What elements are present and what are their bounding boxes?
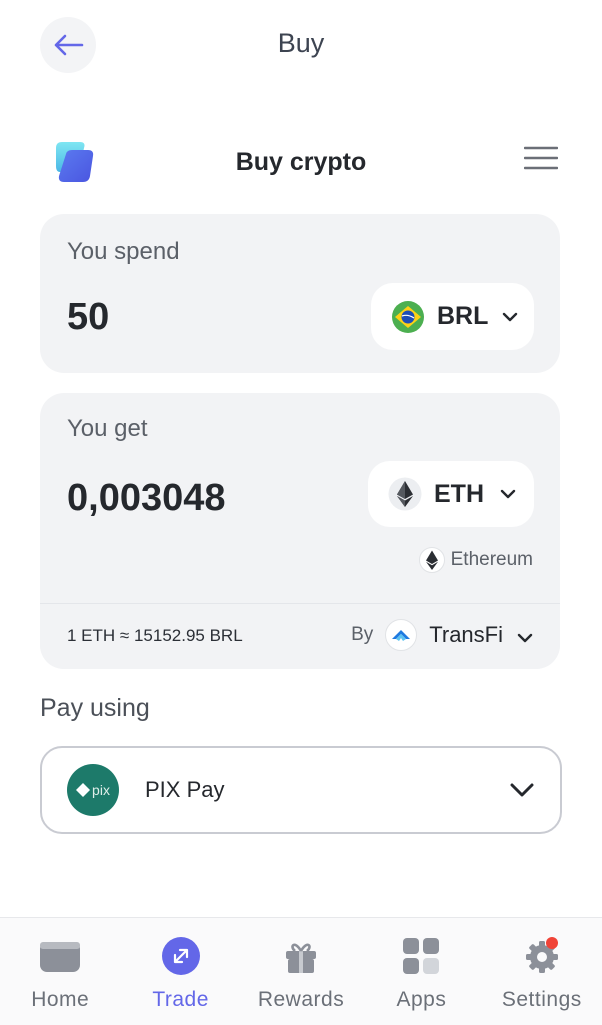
chevron-down-icon: [517, 633, 533, 643]
home-card-icon: [40, 942, 81, 972]
bottom-nav: Home Trade Rewards Apps Settings: [0, 917, 602, 1025]
nav-label-apps: Apps: [396, 988, 447, 1011]
pay-using-label: Pay using: [40, 694, 150, 722]
notification-dot: [545, 937, 558, 949]
chevron-down-icon: [510, 783, 534, 797]
brazil-flag-icon: [392, 300, 424, 333]
crypto-currency-selector[interactable]: ETH: [368, 461, 534, 527]
payment-method-name: PIX Pay: [145, 777, 225, 802]
nav-label-settings: Settings: [501, 988, 582, 1011]
pix-logo-text: pix: [92, 782, 110, 798]
spend-card: You spend 50 BRL: [40, 214, 560, 373]
gift-icon: [286, 943, 317, 973]
by-label: By: [351, 624, 374, 645]
spend-amount-input[interactable]: 50: [67, 296, 109, 339]
get-amount: 0,003048: [67, 477, 226, 519]
network-badge: Ethereum: [418, 547, 533, 573]
rate-row: 1 ETH ≈ 15152.95 BRL By TransFi: [40, 603, 560, 669]
spend-label: You spend: [67, 238, 180, 265]
get-label: You get: [67, 415, 148, 442]
nav-settings[interactable]: Settings: [482, 918, 602, 1025]
pix-logo-icon: pix: [67, 764, 119, 816]
provider-name: TransFi: [429, 622, 503, 647]
pix-diamond-icon: [76, 783, 91, 797]
transfi-logo-icon: [385, 619, 418, 651]
chevron-down-icon: [503, 312, 518, 321]
fiat-currency-code: BRL: [437, 302, 489, 330]
ethereum-icon: [388, 477, 422, 511]
nav-trade[interactable]: Trade: [120, 918, 240, 1025]
exchange-rate: 1 ETH ≈ 15152.95 BRL: [67, 626, 243, 645]
nav-home[interactable]: Home: [0, 918, 120, 1025]
nav-apps[interactable]: Apps: [361, 918, 481, 1025]
nav-label-home: Home: [31, 988, 90, 1011]
apps-grid-icon: [403, 938, 440, 974]
nav-label-rewards: Rewards: [257, 988, 345, 1011]
nav-rewards[interactable]: Rewards: [241, 918, 361, 1025]
network-name: Ethereum: [450, 549, 533, 570]
nav-label-trade: Trade: [152, 988, 209, 1011]
page-title: Buy: [277, 28, 325, 58]
provider-selector[interactable]: By TransFi: [351, 619, 533, 651]
chevron-down-icon: [500, 489, 516, 499]
crypto-currency-code: ETH: [434, 479, 484, 508]
ethereum-icon: [418, 547, 445, 573]
hamburger-menu-icon[interactable]: [524, 146, 558, 170]
fiat-currency-selector[interactable]: BRL: [371, 283, 534, 350]
get-card: You get 0,003048 ETH Ethereum 1 ETH ≈ 15…: [40, 393, 560, 669]
widget-title: Buy crypto: [235, 148, 367, 176]
payment-method-select[interactable]: pix PIX Pay: [40, 746, 562, 834]
trade-icon: [161, 937, 200, 975]
gear-icon: [525, 937, 558, 973]
